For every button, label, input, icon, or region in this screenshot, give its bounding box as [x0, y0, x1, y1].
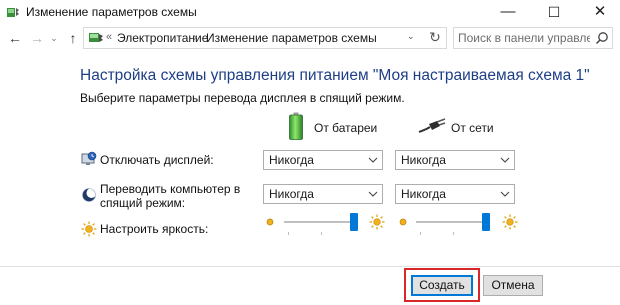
power-plug-icon [418, 118, 446, 133]
recent-locations-dropdown[interactable]: ⌄ [48, 28, 60, 48]
address-bar[interactable]: « Электропитание › Изменение параметров … [83, 27, 447, 49]
brightness-sun-icon [81, 221, 97, 237]
sleep-plugged-in-select[interactable]: Никогда [395, 184, 515, 204]
brightness-plugged-in-slider-track[interactable] [416, 221, 490, 223]
address-overflow-chevron[interactable]: « [106, 31, 112, 43]
slider-tick [288, 232, 289, 235]
search-input[interactable] [458, 29, 590, 47]
select-value: Никогда [401, 153, 446, 167]
sleep-moon-icon [82, 188, 97, 202]
sleep-label: Переводить компьютер в спящий режим: [100, 182, 241, 210]
select-value: Никогда [401, 187, 446, 201]
chevron-down-icon [368, 191, 378, 197]
page-title: Настройка схемы управления питанием "Моя… [80, 67, 590, 84]
chevron-down-icon [500, 157, 510, 163]
close-button[interactable]: ✕ [577, 0, 620, 24]
display-off-battery-select[interactable]: Никогда [263, 150, 383, 170]
chevron-down-icon [500, 191, 510, 197]
monitor-clock-icon [81, 151, 97, 165]
maximize-button[interactable]: ☐ [531, 0, 577, 24]
up-button[interactable]: ↑ [64, 28, 82, 48]
search-box[interactable] [453, 27, 613, 49]
brightness-battery-slider-track[interactable] [284, 221, 358, 223]
plugged-in-column-header: От сети [451, 121, 494, 135]
breadcrumb-separator[interactable]: › [193, 30, 197, 44]
page-description: Выберите параметры перевода дисплея в сп… [80, 91, 405, 105]
cancel-button[interactable]: Отмена [483, 275, 543, 296]
footer-divider [0, 266, 620, 267]
slider-tick [453, 232, 454, 235]
refresh-button[interactable]: ↻ [426, 29, 444, 46]
battery-icon [289, 112, 303, 140]
brightness-low-icon [399, 218, 407, 226]
create-button[interactable]: Создать [411, 275, 473, 296]
select-value: Никогда [269, 153, 314, 167]
select-value: Никогда [269, 187, 314, 201]
sleep-battery-select[interactable]: Никогда [263, 184, 383, 204]
address-dropdown-button[interactable]: ⌄ [407, 31, 415, 42]
chevron-down-icon [368, 157, 378, 163]
title-bar: Изменение параметров схемы — ☐ ✕ [0, 0, 620, 24]
display-off-plugged-in-select[interactable]: Никогда [395, 150, 515, 170]
brightness-plugged-in-slider-thumb[interactable] [482, 213, 490, 231]
slider-tick [420, 232, 421, 235]
back-button[interactable]: ← [6, 28, 24, 48]
window-title: Изменение параметров схемы [26, 5, 197, 19]
turn-off-display-label: Отключать дисплей: [100, 153, 214, 167]
power-options-icon [7, 8, 19, 17]
brightness-low-icon [266, 218, 274, 226]
brightness-high-icon [502, 214, 518, 230]
control-panel-icon [89, 33, 103, 42]
forward-button[interactable]: → [28, 28, 46, 48]
search-icon[interactable] [595, 31, 609, 45]
brightness-label: Настроить яркость: [100, 222, 209, 236]
minimize-button[interactable]: — [485, 0, 531, 24]
brightness-high-icon [369, 214, 385, 230]
brightness-battery-slider-thumb[interactable] [350, 213, 358, 231]
battery-column-header: От батареи [314, 121, 378, 135]
slider-tick [321, 232, 322, 235]
breadcrumb-edit-plan-settings[interactable]: Изменение параметров схемы [206, 31, 377, 45]
